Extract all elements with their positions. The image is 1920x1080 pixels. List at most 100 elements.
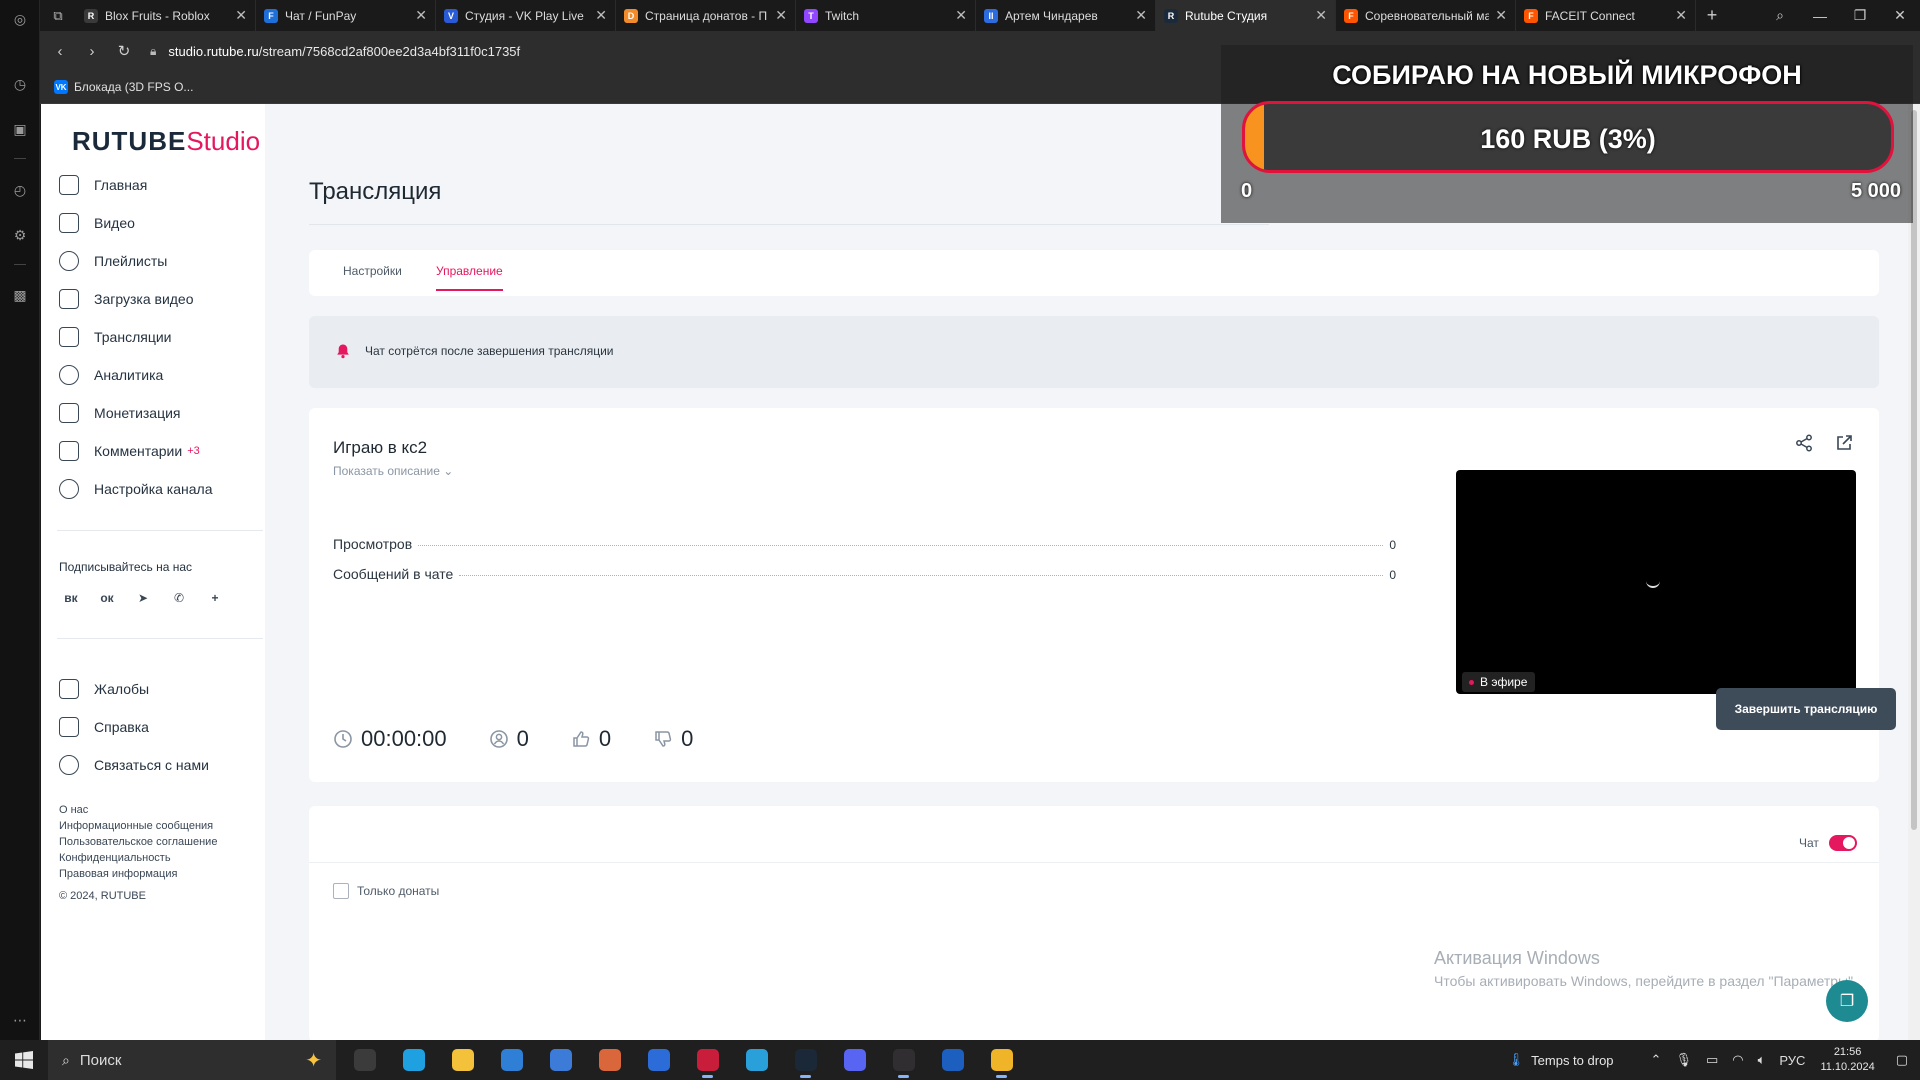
microphone-icon[interactable]: 🎙︎ bbox=[1675, 1052, 1692, 1068]
tab-management[interactable]: Управление bbox=[436, 264, 503, 291]
extension-icon[interactable]: ▩ bbox=[10, 285, 30, 305]
restore-button[interactable]: ❐ bbox=[1840, 0, 1880, 31]
wifi-icon[interactable]: ◠ bbox=[1732, 1052, 1743, 1068]
browser-tab[interactable]: T Twitch ✕ bbox=[796, 0, 976, 31]
sidebar-item[interactable]: Главная bbox=[57, 166, 257, 204]
sidebar-item[interactable]: Комментарии +3 bbox=[57, 432, 257, 470]
sidebar-item[interactable]: Справка bbox=[57, 708, 257, 746]
new-tab-button[interactable]: + bbox=[1696, 0, 1728, 31]
footer-link[interactable]: Информационные сообщения bbox=[59, 818, 217, 834]
clock[interactable]: 21:56 11.10.2024 bbox=[1820, 1045, 1874, 1075]
weather-text[interactable]: Temps to drop bbox=[1531, 1053, 1613, 1068]
only-donations-label: Только донаты bbox=[357, 884, 440, 898]
page-scrollbar[interactable] bbox=[1908, 104, 1920, 1040]
browser-tab[interactable]: R Rutube Студия ✕ bbox=[1156, 0, 1336, 31]
browser-tab[interactable]: F Соревновательный ма ✕ bbox=[1336, 0, 1516, 31]
tab-close-icon[interactable]: ✕ bbox=[1675, 7, 1687, 24]
tab-close-icon[interactable]: ✕ bbox=[955, 7, 967, 24]
support-chat-button[interactable]: ❐ bbox=[1826, 980, 1868, 1022]
sidebar-item[interactable]: Аналитика bbox=[57, 356, 257, 394]
show-description-link[interactable]: Показать описание ⌄ bbox=[333, 464, 453, 478]
taskbar-app[interactable] bbox=[634, 1040, 683, 1080]
end-stream-button[interactable]: Завершить трансляцию bbox=[1716, 688, 1896, 730]
taskbar-app[interactable] bbox=[781, 1040, 830, 1080]
back-button[interactable]: ‹ bbox=[44, 43, 76, 60]
browser-tab[interactable]: V Студия - VK Play Live ✕ bbox=[436, 0, 616, 31]
volume-icon[interactable]: 🔈︎ bbox=[1758, 1052, 1766, 1068]
tab-settings[interactable]: Настройки bbox=[343, 264, 402, 278]
taskbar-app[interactable] bbox=[830, 1040, 879, 1080]
share-icon[interactable] bbox=[1793, 432, 1815, 454]
tab-close-icon[interactable]: ✕ bbox=[1315, 7, 1327, 24]
browser-tab[interactable]: F FACEIT Connect ✕ bbox=[1516, 0, 1696, 31]
stream-preview-player[interactable]: В эфире bbox=[1456, 470, 1856, 694]
browser-tab[interactable]: R Blox Fruits - Roblox ✕ bbox=[76, 0, 256, 31]
tab-close-icon[interactable]: ✕ bbox=[595, 7, 607, 24]
taskbar-app[interactable] bbox=[928, 1040, 977, 1080]
vk-icon[interactable]: вк bbox=[57, 584, 85, 612]
footer-link[interactable]: Конфиденциальность bbox=[59, 850, 217, 866]
sidebar-item[interactable]: Трансляции bbox=[57, 318, 257, 356]
bag-icon[interactable]: ▣ bbox=[10, 119, 30, 139]
tab-close-icon[interactable]: ✕ bbox=[1135, 7, 1147, 24]
chevron-up-icon[interactable]: ⌃ bbox=[1651, 1052, 1662, 1068]
open-external-icon[interactable] bbox=[1833, 432, 1855, 454]
taskbar-search[interactable]: ⌕ Поиск ✦ bbox=[48, 1040, 336, 1080]
language-indicator[interactable]: РУС bbox=[1779, 1053, 1805, 1068]
history-icon[interactable]: ◴ bbox=[10, 180, 30, 200]
sidebar-item[interactable]: Загрузка видео bbox=[57, 280, 257, 318]
speed-dial-icon[interactable]: ◷ bbox=[10, 74, 30, 94]
only-donations-checkbox[interactable]: Только донаты bbox=[333, 883, 439, 899]
browser-tab[interactable]: F Чат / FunPay ✕ bbox=[256, 0, 436, 31]
forward-button[interactable]: › bbox=[76, 43, 108, 60]
taskbar-app[interactable] bbox=[732, 1040, 781, 1080]
close-window-button[interactable]: ✕ bbox=[1880, 0, 1920, 31]
taskbar-app[interactable] bbox=[536, 1040, 585, 1080]
minimize-button[interactable]: — bbox=[1800, 0, 1840, 31]
playlist-icon bbox=[59, 251, 79, 271]
chat-toggle[interactable] bbox=[1829, 835, 1857, 851]
plus-icon[interactable]: + bbox=[201, 584, 229, 612]
taskbar-app[interactable] bbox=[487, 1040, 536, 1080]
settings-icon[interactable]: ⚙ bbox=[10, 225, 30, 245]
battery-icon[interactable]: ▭ bbox=[1706, 1052, 1718, 1068]
taskbar-app[interactable] bbox=[585, 1040, 634, 1080]
start-button[interactable] bbox=[0, 1040, 48, 1080]
browser-tab[interactable]: II Артем Чиндарев ✕ bbox=[976, 0, 1156, 31]
viber-icon[interactable]: ✆ bbox=[165, 584, 193, 612]
bookmark-item[interactable]: Блокада (3D FPS O... bbox=[74, 80, 193, 94]
search-tabs-icon[interactable]: ⌕ bbox=[1760, 0, 1800, 31]
tab-close-icon[interactable]: ✕ bbox=[415, 7, 427, 24]
taskbar-app[interactable] bbox=[438, 1040, 487, 1080]
sidebar-item[interactable]: Плейлисты bbox=[57, 242, 257, 280]
url-field[interactable]: studio.rutube.ru/stream/7568cd2af800ee2d… bbox=[168, 44, 520, 59]
taskbar-app[interactable] bbox=[977, 1040, 1026, 1080]
footer-link[interactable]: О нас bbox=[59, 802, 217, 818]
telegram-icon[interactable]: ➤ bbox=[129, 584, 157, 612]
sidebar-item[interactable]: Настройка канала bbox=[57, 470, 257, 508]
odnoklassniki-icon[interactable]: ок bbox=[93, 584, 121, 612]
taskbar-app[interactable] bbox=[879, 1040, 928, 1080]
notifications-icon[interactable]: ▢ bbox=[1896, 1052, 1908, 1068]
sidebar-item[interactable]: Монетизация bbox=[57, 394, 257, 432]
taskbar-app[interactable] bbox=[683, 1040, 732, 1080]
tab-close-icon[interactable]: ✕ bbox=[235, 7, 247, 24]
file-explorer-icon bbox=[451, 1049, 474, 1071]
sidebar-item[interactable]: Жалобы bbox=[57, 670, 257, 708]
browser-tab[interactable]: D Страница донатов - П ✕ bbox=[616, 0, 796, 31]
footer-link[interactable]: Правовая информация bbox=[59, 866, 217, 882]
rutube-studio-logo[interactable]: RUTUBEStudio bbox=[72, 126, 260, 157]
sidebar-item[interactable]: Связаться с нами bbox=[57, 746, 257, 784]
browser-logo-icon[interactable]: ◎ bbox=[10, 9, 30, 29]
footer-link[interactable]: Пользовательское соглашение bbox=[59, 834, 217, 850]
sidebar-item[interactable]: Видео bbox=[57, 204, 257, 242]
taskbar-app[interactable] bbox=[340, 1040, 389, 1080]
more-icon[interactable]: ⋯ bbox=[10, 1010, 30, 1030]
tab-close-icon[interactable]: ✕ bbox=[775, 7, 787, 24]
taskbar-app[interactable] bbox=[389, 1040, 438, 1080]
lock-icon[interactable]: 🔒︎ bbox=[150, 44, 156, 59]
tab-list-icon[interactable]: ⧉ bbox=[40, 0, 76, 31]
reload-button[interactable]: ↻ bbox=[108, 42, 140, 60]
tab-close-icon[interactable]: ✕ bbox=[1495, 7, 1507, 24]
checkbox-box[interactable] bbox=[333, 883, 349, 899]
